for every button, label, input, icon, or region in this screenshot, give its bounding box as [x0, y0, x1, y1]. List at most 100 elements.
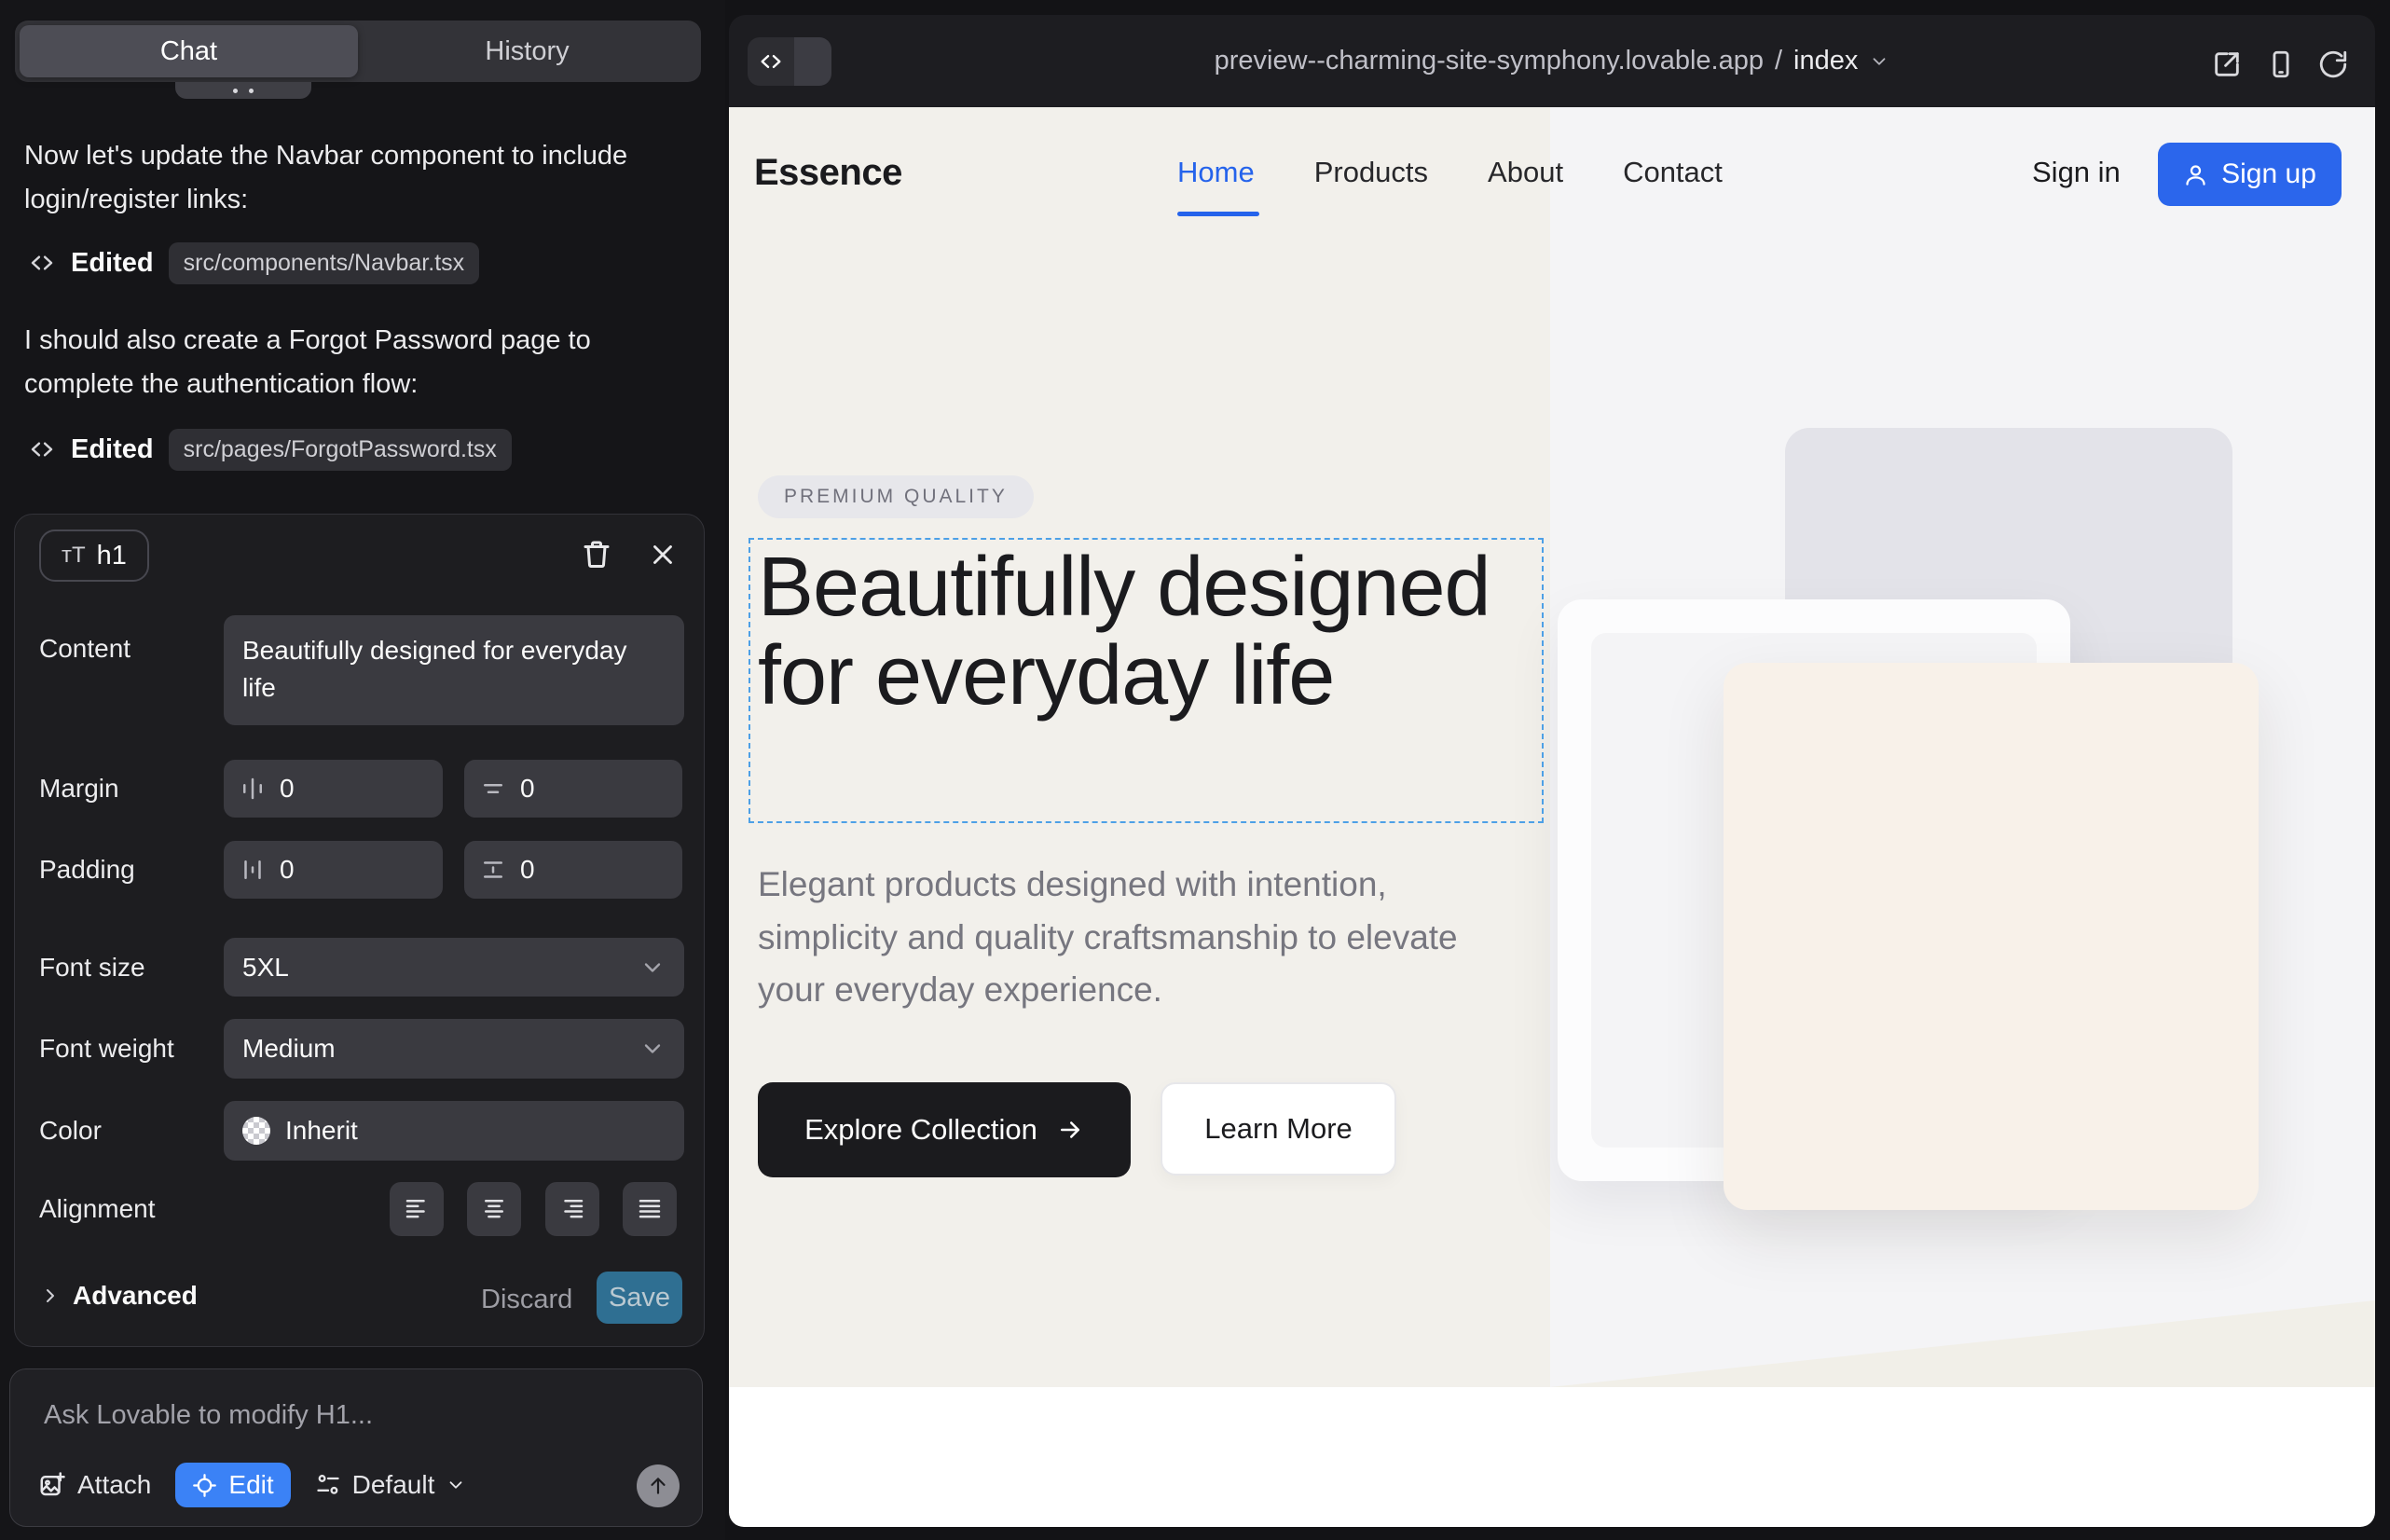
- margin-x-value: 0: [280, 774, 295, 804]
- image-plus-icon: [38, 1471, 66, 1499]
- mode-select[interactable]: Default: [315, 1470, 467, 1500]
- margin-y-input[interactable]: 0: [464, 760, 682, 818]
- content-label: Content: [39, 634, 130, 664]
- explore-collection-label: Explore Collection: [804, 1113, 1037, 1147]
- preview-url-bar[interactable]: preview--charming-site-symphony.lovable.…: [729, 15, 2375, 107]
- code-icon: [28, 435, 56, 463]
- padding-y-input[interactable]: 0: [464, 841, 682, 899]
- align-right-button[interactable]: [545, 1182, 599, 1236]
- color-label: Color: [39, 1116, 102, 1146]
- crosshair-icon: [192, 1473, 217, 1498]
- chat-composer: Attach Edit Default: [9, 1368, 703, 1527]
- open-external-button[interactable]: [2211, 48, 2243, 80]
- hero-heading[interactable]: Beautifully designed for everyday life: [758, 543, 1541, 720]
- align-justify-icon: [636, 1195, 664, 1223]
- font-size-value: 5XL: [242, 953, 289, 983]
- code-icon: [28, 249, 56, 277]
- advanced-toggle[interactable]: Advanced: [39, 1281, 198, 1311]
- nav-link-products[interactable]: Products: [1314, 156, 1428, 189]
- align-left-icon: [403, 1195, 431, 1223]
- sign-in-link[interactable]: Sign in: [2032, 107, 2121, 238]
- align-center-button[interactable]: [467, 1182, 521, 1236]
- sign-up-label: Sign up: [2221, 158, 2316, 190]
- site-navbar: Essence Home Products About Contact Sign…: [729, 107, 2375, 238]
- external-link-icon: [2211, 48, 2243, 80]
- color-value: Inherit: [285, 1116, 358, 1146]
- padding-horizontal-icon: [239, 856, 267, 884]
- padding-label: Padding: [39, 855, 135, 885]
- mobile-view-button[interactable]: [2265, 48, 2297, 80]
- attach-button[interactable]: Attach: [38, 1470, 151, 1500]
- dot: [249, 89, 254, 93]
- edited-file-row: Edited src/pages/ForgotPassword.tsx: [24, 429, 512, 470]
- site-logo[interactable]: Essence: [754, 107, 902, 238]
- advanced-label: Advanced: [73, 1281, 198, 1311]
- close-icon[interactable]: [647, 539, 679, 571]
- refresh-icon: [2317, 48, 2349, 80]
- hero-description: Elegant products designed with intention…: [758, 859, 1504, 1017]
- preview-page: index: [1793, 46, 1858, 76]
- url-separator: /: [1775, 46, 1782, 76]
- chat-panel: Chat History Now let's update the Navbar…: [0, 0, 725, 1540]
- composer-toolbar: Attach Edit Default: [38, 1463, 466, 1507]
- edit-label: Edit: [228, 1470, 273, 1500]
- padding-x-value: 0: [280, 855, 295, 885]
- nav-link-contact[interactable]: Contact: [1623, 156, 1723, 189]
- margin-x-input[interactable]: 0: [224, 760, 443, 818]
- font-weight-value: Medium: [242, 1034, 336, 1064]
- arrow-up-icon: [646, 1474, 670, 1498]
- margin-y-value: 0: [520, 774, 535, 804]
- send-button[interactable]: [637, 1464, 680, 1507]
- align-justify-button[interactable]: [623, 1182, 677, 1236]
- dot: [233, 89, 238, 93]
- nav-link-about[interactable]: About: [1488, 156, 1563, 189]
- edit-mode-button[interactable]: Edit: [175, 1463, 290, 1507]
- font-size-select[interactable]: 5XL: [224, 938, 684, 997]
- sliders-icon: [315, 1472, 341, 1498]
- edited-file-row: Edited src/components/Navbar.tsx: [24, 242, 479, 283]
- nav-link-home[interactable]: Home: [1177, 156, 1255, 189]
- chevron-down-icon: [639, 1036, 666, 1062]
- phone-icon: [2265, 48, 2297, 80]
- chevron-down-icon: [639, 955, 666, 981]
- chat-history-tabs: Chat History: [15, 21, 701, 82]
- font-weight-select[interactable]: Medium: [224, 1019, 684, 1079]
- attach-label: Attach: [77, 1470, 151, 1500]
- refresh-button[interactable]: [2317, 48, 2349, 80]
- font-weight-label: Font weight: [39, 1034, 174, 1064]
- selected-element-pill[interactable]: тT h1: [39, 529, 149, 582]
- file-chip[interactable]: src/components/Navbar.tsx: [169, 242, 480, 284]
- scrolled-chip-peek[interactable]: [175, 82, 311, 99]
- element-editor-panel: тT h1 Content Beautifully designed for e…: [14, 514, 705, 1347]
- margin-label: Margin: [39, 774, 119, 804]
- padding-vertical-icon: [479, 856, 507, 884]
- type-icon: тT: [62, 543, 86, 569]
- align-left-button[interactable]: [390, 1182, 444, 1236]
- learn-more-button[interactable]: Learn More: [1161, 1082, 1396, 1176]
- save-button[interactable]: Save: [597, 1272, 682, 1324]
- delete-element-button[interactable]: [580, 537, 613, 571]
- user-icon: [2183, 162, 2208, 187]
- color-select[interactable]: Inherit: [224, 1101, 684, 1161]
- explore-collection-button[interactable]: Explore Collection: [758, 1082, 1131, 1177]
- mode-label: Default: [352, 1470, 435, 1500]
- assistant-message: Now let's update the Navbar component to…: [24, 134, 688, 222]
- preview-window: preview--charming-site-symphony.lovable.…: [729, 15, 2375, 1527]
- tab-chat[interactable]: Chat: [20, 25, 358, 77]
- content-input[interactable]: Beautifully designed for everyday life: [224, 615, 684, 725]
- padding-y-value: 0: [520, 855, 535, 885]
- tab-history[interactable]: History: [358, 25, 696, 77]
- padding-x-input[interactable]: 0: [224, 841, 443, 899]
- element-tag: h1: [97, 541, 127, 571]
- file-chip[interactable]: src/pages/ForgotPassword.tsx: [169, 429, 512, 471]
- edited-label: Edited: [71, 248, 154, 279]
- discard-button[interactable]: Discard: [481, 1285, 572, 1315]
- align-right-icon: [558, 1195, 586, 1223]
- margin-horizontal-icon: [239, 775, 267, 803]
- edited-label: Edited: [71, 434, 154, 465]
- arrow-right-icon: [1056, 1116, 1084, 1144]
- font-size-label: Font size: [39, 953, 145, 983]
- sign-up-button[interactable]: Sign up: [2158, 143, 2342, 206]
- site-preview: Essence Home Products About Contact Sign…: [729, 107, 2375, 1527]
- chat-input[interactable]: [44, 1392, 640, 1438]
